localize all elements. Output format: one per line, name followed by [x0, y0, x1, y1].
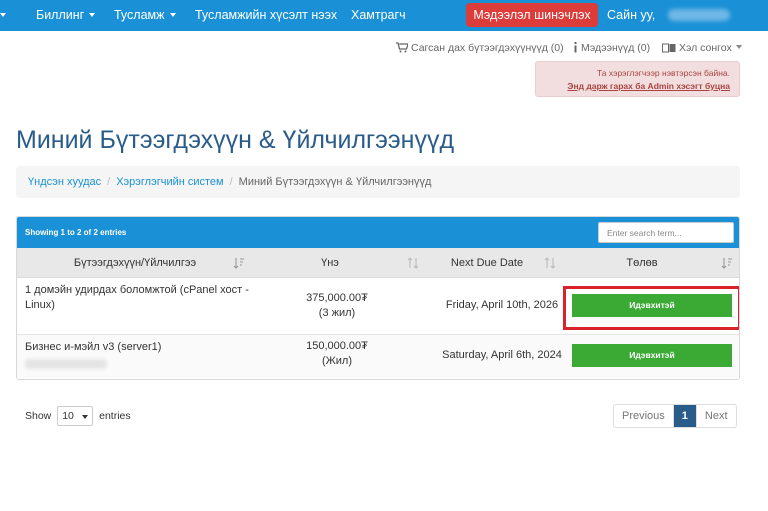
chevron-down-icon [89, 12, 96, 17]
nav-item-billing-label: Биллинг [36, 8, 85, 22]
cart-label: Сагсан дах бүтээгдэхүүнүүд (0) [411, 42, 564, 54]
sort-alpha-icon[interactable] [721, 257, 733, 269]
breadcrumb-separator: / [107, 176, 111, 188]
entries-label: entries [99, 410, 131, 422]
breadcrumb: Үндсэн хуудас / Хэрэглэгчийн систем / Миний … [16, 166, 740, 198]
language-icon [662, 43, 676, 53]
nav-item-home-caret[interactable] [0, 0, 6, 31]
breadcrumb-separator: / [229, 176, 233, 188]
entries-select[interactable]: 10 [57, 406, 94, 427]
table-toolbar: Showing 1 to 2 of 2 entries [17, 217, 739, 248]
impersonation-alert: Та хэрэглэгчээр нэвтэрсэн байна. Энд дар… [535, 61, 740, 97]
chevron-down-icon [169, 12, 176, 17]
column-header-next-due-date[interactable]: Next Due Date [412, 248, 562, 278]
price-cell: 375,000.00₮ (3 жил) [267, 291, 407, 321]
language-selector[interactable]: Хэл сонгох [662, 41, 742, 55]
notifications-label: Мэдээнүүд (0) [581, 42, 651, 54]
billing-cycle: (Жил) [321, 355, 353, 367]
product-name: 1 домэйн удирдах боломжтой (cPanel хост … [25, 284, 249, 311]
cart-link[interactable]: Сагсан дах бүтээгдэхүүнүүд (0) [396, 41, 564, 55]
price-cell: 150,000.00₮ (Жил) [267, 339, 407, 369]
cart-icon [396, 42, 409, 53]
price-amount: 375,000.00₮ [306, 292, 368, 304]
user-greeting[interactable]: Сайн уу, [607, 0, 655, 31]
entries-length-control: Show 10 entries [25, 405, 131, 427]
nav-item-affiliates-label: Хамтрагч [351, 8, 406, 22]
nav-item-support[interactable]: Тусламж [114, 0, 176, 31]
services-table: Showing 1 to 2 of 2 entries Бүтээгдэхүүн… [16, 216, 740, 380]
chevron-down-icon [735, 45, 742, 50]
update-info-button[interactable]: Мэдээлэл шинэчлэх [466, 3, 598, 27]
column-header-status[interactable]: Төлөв [572, 248, 712, 278]
pagination-next[interactable]: Next [697, 405, 736, 427]
nav-item-open-ticket[interactable]: Тусламжийн хүсэлт нээх [195, 0, 337, 31]
entries-value: 10 [62, 410, 74, 423]
table-row[interactable]: Бизнес и-мэйл v3 (server1) 150,000.00₮ (… [17, 335, 739, 378]
table-header: Бүтээгдэхүүн/Үйлчилгээ Үнэ Next Due Date… [17, 248, 739, 278]
nav-item-open-ticket-label: Тусламжийн хүсэлт нээх [195, 8, 338, 22]
price-amount: 150,000.00₮ [306, 340, 368, 352]
alert-message: Та хэрэглэгчээр нэвтэрсэн байна. [596, 68, 730, 78]
sort-icon[interactable] [544, 257, 556, 269]
redacted-domain [25, 359, 107, 369]
redacted-username [668, 9, 730, 21]
table-info: Showing 1 to 2 of 2 entries [25, 228, 127, 237]
nav-item-billing[interactable]: Биллинг [36, 0, 96, 31]
chevron-down-icon [82, 415, 89, 420]
breadcrumb-home[interactable]: Үндсэн хуудас [28, 176, 101, 188]
sort-alpha-icon[interactable] [233, 257, 245, 269]
page-title: Миний Бүтээгдэхүүн & Үйлчилгээнүүд [16, 126, 455, 154]
next-due-date: Saturday, April 6th, 2024 [442, 349, 562, 361]
status-badge: Идэвхитэй [572, 344, 732, 367]
return-to-admin-link[interactable]: Энд дарж гарах ба Admin хэсэгт буцна [536, 80, 730, 93]
nav-item-affiliates[interactable]: Хамтрагч [351, 0, 406, 31]
info-icon [574, 42, 577, 53]
product-name: Бизнес и-мэйл v3 (server1) [25, 341, 162, 353]
notifications-link[interactable]: Мэдээнүүд (0) [573, 41, 650, 55]
breadcrumb-current: Миний Бүтээгдэхүүн & Үйлчилгээнүүд [238, 176, 432, 188]
search-input[interactable] [598, 222, 734, 243]
pagination-page-1[interactable]: 1 [672, 405, 697, 427]
column-header-product[interactable]: Бүтээгдэхүүн/Үйлчилгээ [25, 248, 245, 278]
nav-item-support-label: Тусламж [114, 8, 165, 22]
pagination-previous[interactable]: Previous [614, 405, 673, 427]
billing-cycle: (3 жил) [318, 307, 356, 319]
pagination: Previous 1 Next [613, 404, 737, 428]
top-navbar: Биллинг Тусламж Тусламжийн хүсэлт нээх Х… [0, 0, 768, 31]
breadcrumb-client-area[interactable]: Хэрэглэгчийн систем [116, 176, 223, 188]
status-highlight-box [563, 286, 739, 330]
show-label: Show [25, 410, 52, 422]
language-label: Хэл сонгох [679, 42, 732, 54]
column-header-price[interactable]: Үнэ [267, 248, 393, 278]
